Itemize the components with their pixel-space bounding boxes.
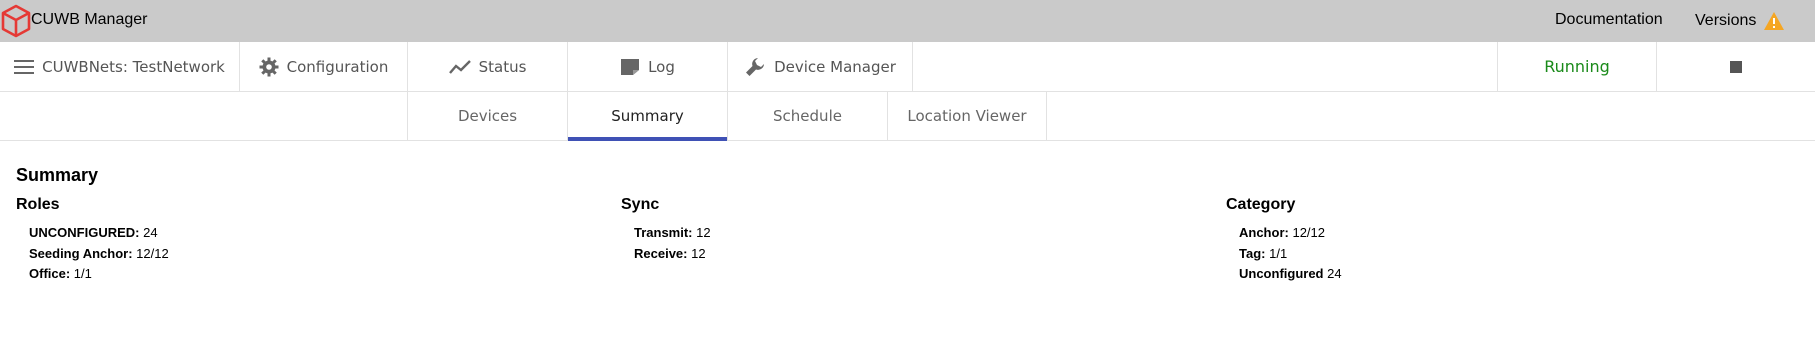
item-value: 1/1 bbox=[1269, 245, 1288, 261]
nav-configuration-label: Configuration bbox=[286, 57, 389, 76]
roles-section: Roles UNCONFIGURED: 24 Seeding Anchor: 1… bbox=[16, 196, 516, 285]
item-label: Tag: bbox=[1239, 245, 1266, 261]
item-label: Receive: bbox=[634, 245, 688, 261]
list-item: Seeding Anchor: 12/12 bbox=[29, 244, 516, 265]
item-value: 12 bbox=[696, 225, 711, 240]
item-value: 12 bbox=[691, 245, 706, 261]
gear-icon bbox=[259, 57, 279, 76]
nav-status-label: Status bbox=[478, 57, 527, 76]
tab-location-viewer[interactable]: Location Viewer bbox=[887, 92, 1047, 140]
nav-status[interactable]: Status bbox=[408, 42, 568, 91]
list-item: Anchor: 12/12 bbox=[1239, 223, 1726, 244]
category-title: Category bbox=[1226, 196, 1296, 213]
versions-link[interactable]: Versions bbox=[1695, 11, 1785, 31]
running-status: Running bbox=[1497, 42, 1657, 91]
sync-title: Sync bbox=[621, 196, 660, 213]
item-label: Office: bbox=[29, 266, 71, 281]
menu-icon bbox=[14, 59, 35, 74]
documentation-link[interactable]: Documentation bbox=[1555, 11, 1663, 29]
item-label: UNCONFIGURED: bbox=[29, 225, 140, 240]
stop-button[interactable] bbox=[1657, 42, 1815, 91]
versions-label: Versions bbox=[1695, 12, 1757, 29]
running-label: Running bbox=[1544, 57, 1610, 76]
cube-logo-icon bbox=[1, 4, 31, 38]
summary-panel: Summary Roles UNCONFIGURED: 24 Seeding A… bbox=[16, 165, 1796, 281]
main-nav: CUWBNets: TestNetwork Configuration Stat… bbox=[0, 42, 1815, 92]
nav-log-label: Log bbox=[648, 57, 675, 76]
item-value: 12/12 bbox=[1292, 225, 1326, 240]
list-item: Receive: 12 bbox=[634, 244, 1121, 265]
item-label: Seeding Anchor: bbox=[29, 245, 133, 261]
nav-device-manager-label: Device Manager bbox=[774, 57, 896, 76]
app-title: CUWB Manager bbox=[31, 11, 148, 28]
item-label: Transmit: bbox=[634, 225, 693, 240]
tab-schedule[interactable]: Schedule bbox=[727, 92, 887, 140]
nav-network[interactable]: CUWBNets: TestNetwork bbox=[0, 42, 240, 91]
list-item: Unconfigured 24 bbox=[1239, 264, 1726, 285]
list-item: Office: 1/1 bbox=[29, 264, 516, 285]
note-icon bbox=[621, 58, 640, 75]
list-item: Transmit: 12 bbox=[634, 223, 1121, 244]
list-item: Tag: 1/1 bbox=[1239, 244, 1726, 265]
top-bar: CUWB Manager Documentation Versions bbox=[0, 0, 1815, 42]
page-title: Summary bbox=[16, 165, 99, 185]
nav-log[interactable]: Log bbox=[568, 42, 728, 91]
item-value: 12/12 bbox=[136, 245, 169, 261]
stop-icon bbox=[1730, 60, 1742, 73]
nav-configuration[interactable]: Configuration bbox=[240, 42, 408, 91]
sub-tabs: Devices Summary Schedule Location Viewer bbox=[0, 92, 1815, 141]
warning-icon bbox=[1764, 12, 1785, 30]
category-section: Category Anchor: 12/12 Tag: 1/1 Unconfig… bbox=[1226, 196, 1726, 285]
roles-title: Roles bbox=[16, 196, 60, 213]
chart-line-icon bbox=[448, 59, 471, 74]
item-value: 1/1 bbox=[73, 266, 92, 281]
item-value: 24 bbox=[143, 225, 158, 240]
list-item: UNCONFIGURED: 24 bbox=[29, 223, 516, 244]
nav-network-label: CUWBNets: TestNetwork bbox=[42, 57, 225, 76]
item-label: Unconfigured bbox=[1239, 266, 1324, 281]
item-label: Anchor: bbox=[1239, 225, 1289, 240]
item-value: 24 bbox=[1327, 266, 1342, 281]
sync-section: Sync Transmit: 12 Receive: 12 bbox=[621, 196, 1121, 264]
wrench-icon bbox=[746, 57, 765, 76]
tab-devices[interactable]: Devices bbox=[407, 92, 567, 140]
tab-summary[interactable]: Summary bbox=[567, 92, 727, 141]
nav-device-manager[interactable]: Device Manager bbox=[728, 42, 913, 91]
